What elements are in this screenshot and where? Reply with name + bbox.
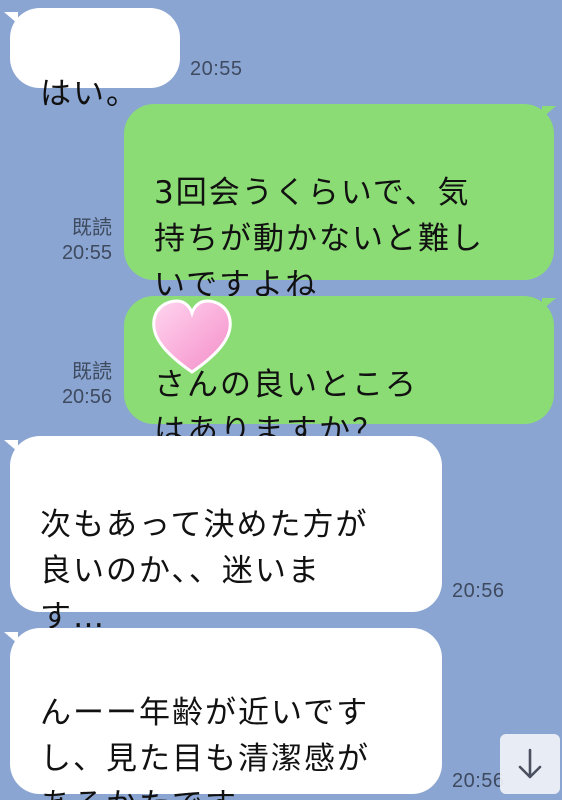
arrow-down-icon (518, 748, 542, 779)
message-meta: 既読 20:55 (30, 216, 112, 266)
message-time: 20:55 (61, 242, 112, 264)
message-text: んーー年齢が近いです し、見た目も清潔感が あるかたです。 (40, 695, 370, 800)
message-text: 次もあって決めた方が 良いのか、、迷いま す… (40, 507, 369, 635)
message-bubble-outgoing[interactable]: 3回会うくらいで、気 持ちが動かないと難し いですよね (124, 104, 554, 303)
scroll-to-bottom-button[interactable] (500, 734, 560, 794)
message-meta: 既読 20:56 (30, 360, 112, 410)
message-text: はい。 (40, 76, 139, 112)
read-receipt: 既読 (72, 361, 112, 383)
message-time: 20:55 (190, 58, 243, 80)
message-time: 20:56 (452, 770, 505, 792)
message-time: 20:56 (452, 580, 505, 602)
message-bubble-incoming[interactable]: はい。 (10, 8, 180, 112)
read-receipt: 既読 (72, 217, 112, 239)
message-text: 3回会うくらいで、気 持ちが動かないと難し いですよね (154, 175, 484, 303)
message-bubble-incoming[interactable]: 次もあって決めた方が 良いのか、、迷いま す… (10, 436, 442, 635)
heart-icon (152, 299, 232, 374)
message-bubble-incoming[interactable]: んーー年齢が近いです し、見た目も清潔感が あるかたです。 (10, 628, 442, 800)
chat-area: はい。 20:55 3回会うくらいで、気 持ちが動かないと難し いですよね 既読… (0, 0, 562, 800)
message-time: 20:56 (61, 386, 112, 408)
